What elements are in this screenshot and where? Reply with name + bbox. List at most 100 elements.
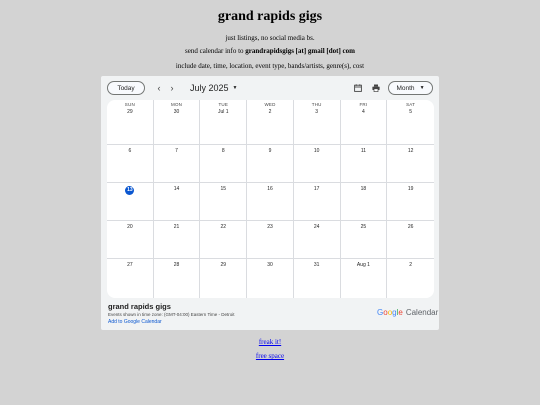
- day-cell[interactable]: 21: [153, 221, 201, 259]
- send-prefix: send calendar info to: [185, 47, 246, 55]
- day-cell[interactable]: 9: [247, 145, 294, 183]
- month-picker[interactable]: July 2025 ▼: [190, 82, 237, 94]
- print-icon[interactable]: [371, 83, 381, 93]
- send-info-line: send calendar info to grandrapidsgigs [a…: [0, 47, 540, 55]
- day-cell[interactable]: 30: [247, 259, 294, 298]
- day-number: 26: [407, 224, 414, 230]
- calendar-icon[interactable]: [353, 83, 363, 93]
- day-number: 23: [267, 224, 273, 230]
- day-cell[interactable]: SAT 5: [387, 100, 434, 145]
- day-cell[interactable]: 15: [200, 183, 248, 221]
- day-cell[interactable]: 20: [107, 221, 154, 259]
- day-number: 11: [360, 148, 367, 154]
- calendar-toolbar: Today ‹ › July 2025 ▼ Month ▼: [101, 76, 439, 100]
- day-number: 29: [220, 262, 227, 268]
- timezone-note: Events shown in time zone: (GMT-04:00) E…: [108, 312, 235, 317]
- google-wordmark: Google: [377, 308, 403, 317]
- month-label: July 2025: [190, 83, 229, 93]
- weekday-label: MON: [171, 102, 183, 107]
- day-cell[interactable]: 19: [387, 183, 434, 221]
- day-cell[interactable]: THU 3: [293, 100, 341, 145]
- day-cell[interactable]: SUN 29: [107, 100, 154, 145]
- chevron-left-icon[interactable]: ‹: [153, 82, 165, 94]
- day-cell[interactable]: FRI 4: [340, 100, 388, 145]
- free-space-link-row: free space: [0, 352, 540, 360]
- day-cell[interactable]: 12: [387, 145, 434, 183]
- day-number: 21: [173, 224, 180, 230]
- day-cell[interactable]: 28: [154, 259, 201, 298]
- day-cell[interactable]: 31: [294, 259, 341, 298]
- day-number: Jul 1: [217, 109, 229, 115]
- today-marker: 13: [125, 186, 135, 195]
- day-number: 25: [360, 224, 367, 230]
- google-calendar-logo[interactable]: Google Calendar: [377, 308, 438, 317]
- day-cell[interactable]: 2: [387, 259, 434, 298]
- day-number: 8: [221, 148, 225, 154]
- calendar-wordmark: Calendar: [405, 308, 439, 317]
- weekday-label: SAT: [406, 102, 416, 107]
- day-cell[interactable]: 18: [340, 183, 388, 221]
- weekday-label: THU: [311, 102, 322, 107]
- day-number: 9: [268, 148, 272, 154]
- day-number: 5: [409, 109, 413, 115]
- day-number: 19: [407, 186, 414, 192]
- day-number: Aug 1: [356, 262, 370, 268]
- day-cell[interactable]: 6: [107, 145, 154, 183]
- chevron-right-icon[interactable]: ›: [166, 82, 178, 94]
- day-number: 6: [128, 148, 132, 154]
- day-cell[interactable]: 29: [200, 259, 248, 298]
- caret-down-icon: ▼: [419, 85, 425, 91]
- day-number: 3: [315, 109, 319, 115]
- view-label: Month: [396, 84, 415, 92]
- freak-it-link[interactable]: freak it!: [259, 338, 281, 346]
- day-cell[interactable]: 25: [340, 221, 388, 259]
- day-number: 17: [313, 186, 320, 192]
- tagline: just listings, no social media bs.: [225, 34, 315, 42]
- embedded-calendar: Today ‹ › July 2025 ▼ Month ▼ SUN 29 MON 30…: [101, 76, 439, 330]
- day-cell[interactable]: 26: [387, 221, 434, 259]
- day-number: 22: [220, 224, 227, 230]
- weekday-label: WED: [264, 102, 276, 107]
- day-number: 20: [127, 224, 133, 230]
- day-cell[interactable]: 7: [153, 145, 201, 183]
- day-number: 30: [267, 262, 273, 268]
- day-cell[interactable]: 8: [200, 145, 248, 183]
- day-number: 27: [127, 262, 133, 268]
- day-number: 14: [173, 186, 180, 192]
- day-number: 31: [313, 262, 320, 268]
- contact-email: grandrapidsgigs [at] gmail [dot] com: [245, 47, 355, 55]
- day-cell[interactable]: MON 30: [153, 100, 201, 145]
- weekday-label: FRI: [359, 102, 368, 107]
- day-number: 13: [107, 186, 153, 195]
- day-cell[interactable]: 14: [153, 183, 201, 221]
- site-title: grand rapids gigs: [217, 9, 323, 24]
- day-number: 12: [407, 148, 414, 154]
- add-to-google-calendar-link[interactable]: Add to Google Calendar: [108, 319, 162, 325]
- day-cell[interactable]: 23: [247, 221, 294, 259]
- day-cell[interactable]: WED 2: [247, 100, 294, 145]
- day-cell[interactable]: 22: [200, 221, 248, 259]
- free-space-link[interactable]: free space: [256, 352, 284, 360]
- day-cell[interactable]: 13: [107, 183, 154, 221]
- caret-down-icon: ▼: [232, 85, 238, 91]
- today-button[interactable]: Today: [107, 81, 145, 95]
- day-cell[interactable]: 10: [293, 145, 341, 183]
- day-number: 2: [409, 262, 413, 268]
- day-cell[interactable]: Aug 1: [341, 259, 388, 298]
- day-number: 28: [173, 262, 180, 268]
- day-cell[interactable]: 24: [293, 221, 341, 259]
- day-number: 2: [268, 109, 272, 115]
- day-number: 30: [173, 109, 180, 115]
- day-cell[interactable]: 16: [247, 183, 294, 221]
- include-info-line: include date, time, location, event type…: [175, 62, 365, 70]
- freak-it-link-row: freak it!: [0, 338, 540, 346]
- day-cell[interactable]: 27: [107, 259, 154, 298]
- day-number: 7: [175, 148, 178, 154]
- day-cell[interactable]: 17: [293, 183, 341, 221]
- day-number: 18: [360, 186, 367, 192]
- weekday-label: TUE: [218, 102, 229, 107]
- day-cell[interactable]: 11: [340, 145, 388, 183]
- day-cell[interactable]: TUE Jul 1: [200, 100, 248, 145]
- view-selector[interactable]: Month ▼: [388, 81, 433, 95]
- calendar-name: grand rapids gigs: [108, 302, 171, 311]
